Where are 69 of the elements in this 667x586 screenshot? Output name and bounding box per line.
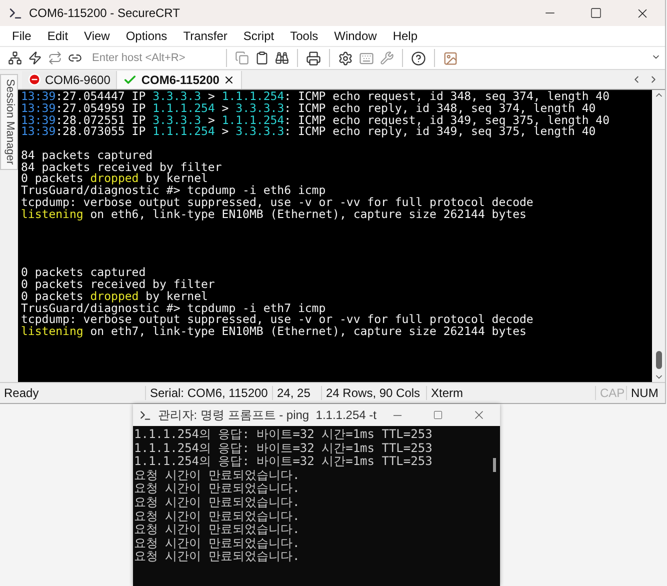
terminal-line: listening on eth7, link-type EN10MB (Ethernet), capture size 262144 bytes — [21, 326, 528, 338]
terminal-line: tcpdump: verbose output suppressed, use -v or -vv for full protocol decode — [21, 196, 534, 208]
tree-icon[interactable] — [8, 51, 22, 65]
terminal-line: 84 packets received by filter — [21, 162, 223, 174]
terminal-line: 13:39:27.054447 IP 3.3.3.3 > 1.1.1.254: ICMP echo request, id 348, seq 374, length 40 — [21, 91, 611, 103]
scroll-thumb[interactable] — [492, 458, 496, 472]
copy-icon[interactable] — [235, 51, 249, 65]
terminal-line: 13:39:28.072551 IP 3.3.3.3 > 1.1.1.254: ICMP echo request, id 349, seq 375, length 40 — [21, 114, 611, 126]
console-icon — [139, 408, 152, 422]
terminal-line: TrusGuard/diagnostic #> tcpdump -i eth7 icmp — [21, 302, 327, 314]
console-line: 1.1.1.254의 응답: 바이트=32 시간=1ms TTL=253 — [134, 428, 434, 442]
menu-item[interactable]: Script — [235, 29, 282, 43]
status-text: 24 Rows, 90 Cols — [321, 386, 426, 400]
console-line: 요청 시간이 만료되었습니다. — [134, 536, 301, 550]
menu-item[interactable]: File — [4, 29, 40, 43]
terminal-line: 0 packets received by filter — [21, 279, 216, 291]
lightning-icon[interactable] — [28, 51, 42, 65]
status-text: Serial: COM6, 115200 — [145, 386, 272, 400]
terminal-line: 0 packets dropped by kernel — [21, 173, 208, 185]
terminal-line: 13:39:27.054959 IP 1.1.1.254 > 3.3.3.3: ICMP echo reply, id 348, seq 374, length 40 — [21, 102, 597, 114]
printer-icon[interactable] — [306, 50, 321, 66]
terminal-line: 0 packets captured — [21, 267, 147, 279]
image-icon[interactable] — [443, 50, 458, 66]
menu-item[interactable]: View — [76, 29, 118, 43]
menu-item[interactable]: Options — [118, 29, 176, 43]
no-entry-icon — [28, 73, 41, 86]
help-icon[interactable] — [411, 50, 426, 66]
menu-item[interactable]: Transfer — [175, 29, 236, 43]
menu-item[interactable]: Help — [384, 29, 426, 43]
clipboard-icon[interactable] — [255, 51, 269, 65]
console-line: 요청 시간이 만료되었습니다. — [134, 482, 301, 496]
window-title: COM6-115200 - SecureCRT — [29, 6, 181, 20]
console-line: 요청 시간이 만료되었습니다. — [134, 510, 301, 524]
status-text: 24, 25 — [272, 386, 321, 400]
close-tab-icon[interactable] — [223, 74, 236, 86]
menu-item[interactable]: Edit — [39, 29, 76, 43]
maximize-icon[interactable] — [590, 7, 602, 19]
console-line: 요청 시간이 만료되었습니다. — [134, 468, 301, 482]
wrench-icon[interactable] — [380, 51, 394, 65]
status-text: Xterm — [426, 386, 535, 400]
console-line: 1.1.1.254의 응답: 바이트=32 시간=1ms TTL=253 — [134, 442, 434, 456]
status-text: Ready — [3, 386, 40, 400]
session-manager-tab[interactable]: Session Manager — [0, 74, 18, 170]
console-line: 1.1.1.254의 응답: 바이트=32 시간=1ms TTL=253 — [134, 455, 434, 469]
terminal-line: listening on eth6, link-type EN10MB (Ethernet), capture size 262144 bytes — [21, 208, 528, 220]
menu-item[interactable]: Window — [326, 29, 385, 43]
terminal-app-icon — [8, 6, 23, 20]
terminal-line: 13:39:28.073055 IP 1.1.1.254 > 3.3.3.3: ICMP echo reply, id 349, seq 375, length 40 — [21, 126, 596, 138]
keyboard-icon[interactable] — [359, 50, 374, 66]
terminal-line: 84 packets captured — [21, 150, 154, 162]
repeat-arrows-icon[interactable] — [48, 51, 62, 65]
menu-item[interactable]: Tools — [282, 29, 326, 43]
status-text: CAP — [595, 386, 626, 400]
terminal-line: tcpdump: verbose output suppressed, use -v or -vv for full protocol decode — [21, 314, 534, 326]
session-tab[interactable]: COM6-9600 — [22, 70, 118, 88]
host-input-field[interactable]: Enter host <Alt+R> — [88, 52, 218, 64]
terminal-line: TrusGuard/diagnostic #> tcpdump -i eth6 icmp — [21, 185, 327, 197]
cmd-window-title: 관리자: 명령 프롬프트 - ping 1.1.1.254 -t — [158, 406, 376, 424]
terminal-line: 0 packets dropped by kernel — [21, 290, 209, 302]
scroll-bar[interactable] — [652, 90, 665, 382]
console-line: 요청 시간이 만료되었습니다. — [134, 550, 301, 564]
console-line: 요청 시간이 만료되었습니다. — [134, 496, 301, 510]
console-line: 요청 시간이 만료되었습니다. — [134, 523, 301, 537]
settings-icon[interactable] — [338, 50, 353, 66]
session-tab[interactable]: COM6-115200 — [117, 70, 242, 88]
check-icon — [123, 72, 138, 86]
binoculars-icon[interactable] — [275, 51, 289, 65]
status-text: NUM — [626, 386, 665, 400]
maximize-icon[interactable] — [433, 410, 444, 420]
